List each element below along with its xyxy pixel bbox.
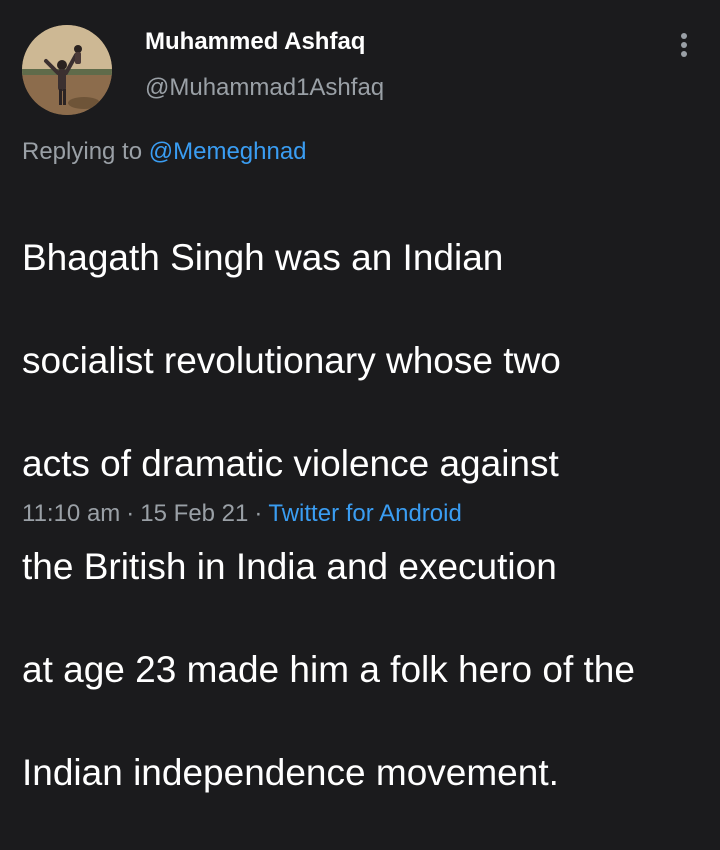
author-avatar[interactable] [22,25,112,115]
tweet-date[interactable]: 15 Feb 21 [140,500,248,527]
meta-separator: · [126,500,135,527]
author-handle[interactable]: @Muhammad1Ashfaq [145,74,384,102]
meta-separator: · [254,500,263,527]
tweet-time[interactable]: 11:10 am [22,500,120,527]
tweet-text-line: Bhagath Singh was an Indian [22,236,504,278]
tweet-card: Muhammed Ashfaq @Muhammad1Ashfaq Replyin… [0,0,720,793]
tweet-meta: 11:10 am · 15 Feb 21 · Twitter for Android [22,500,462,528]
replying-to-label: Replying to [22,138,143,165]
replying-to-line: Replying to @Memeghnad [22,138,307,166]
tweet-source-link[interactable]: Twitter for Android [268,500,461,527]
more-options-button[interactable] [668,28,700,62]
vertical-ellipsis-icon [681,33,687,57]
tweet-text-line: socialist revolutionary whose two [22,339,561,381]
reply-mention-link[interactable]: @Memeghnad [149,138,307,165]
author-display-name[interactable]: Muhammed Ashfaq [145,28,365,56]
tweet-text-line: Indian independence movement. [22,751,559,793]
profile-photo-icon [22,25,112,115]
tweet-text-line: the British in India and execution [22,545,557,587]
tweet-text-line: at age 23 made him a folk hero of the [22,648,635,690]
tweet-text-line: acts of dramatic violence against [22,442,559,484]
